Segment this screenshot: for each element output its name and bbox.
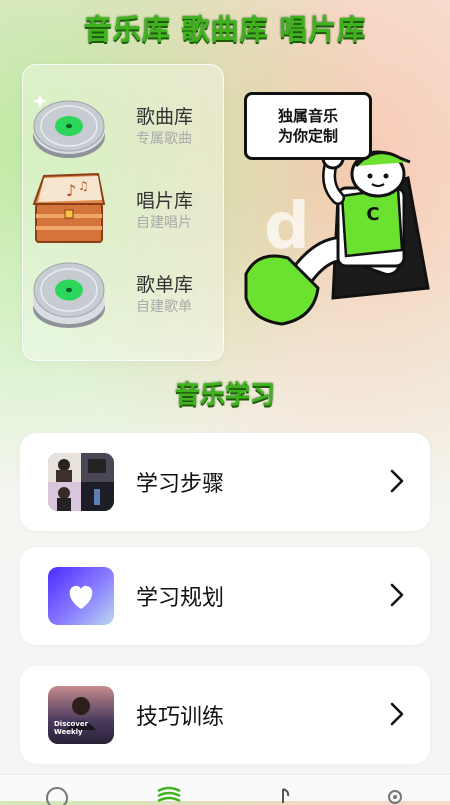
photo-collage-icon [48, 453, 114, 511]
card-label: 学习规划 [136, 586, 225, 611]
library-item-songs[interactable]: 歌曲库 专属歌曲 [30, 86, 210, 166]
chevron-right-icon [390, 469, 404, 493]
music-note-icon[interactable] [272, 785, 298, 805]
treasure-chest-icon: ♪ ♫ [32, 172, 106, 243]
page-title: 音乐库 歌曲库 唱片库 [83, 13, 367, 46]
svg-text:♪: ♪ [66, 181, 76, 200]
library-item-playlists[interactable]: 歌单库 自建歌单 [30, 254, 210, 334]
bubble-line-1: 独属音乐 [277, 107, 338, 125]
vinyl-disc-icon [33, 262, 105, 328]
playlist-cover-icon: Discover Weekly [48, 686, 114, 744]
bubble-line-2: 为你定制 [277, 127, 338, 145]
chevron-right-icon [390, 702, 404, 726]
card-learning-steps[interactable]: 学习步骤 [20, 433, 430, 531]
svg-text:♫: ♫ [78, 179, 89, 193]
bottom-navigation [0, 774, 450, 805]
mascot-letter: C [366, 204, 380, 225]
library-name: 歌单库 [136, 274, 194, 296]
library-subtitle: 专属歌曲 [136, 131, 192, 147]
card-skill-training[interactable]: Discover Weekly 技巧训练 [20, 666, 430, 764]
svg-text:d: d [264, 190, 310, 264]
card-study-plan[interactable]: 学习规划 [20, 547, 430, 645]
library-name: 唱片库 [136, 190, 194, 212]
library-subtitle: 自建歌单 [136, 299, 192, 315]
library-subtitle: 自建唱片 [136, 215, 192, 231]
vinyl-disc-icon [33, 94, 105, 158]
speech-bubble: 独属音乐 为你定制 [244, 92, 372, 160]
compass-icon[interactable] [44, 785, 70, 805]
pin-icon[interactable] [382, 785, 408, 805]
section-title: 音乐学习 [174, 380, 275, 409]
library-item-records[interactable]: ♪ ♫ 唱片库 自建唱片 [30, 170, 210, 250]
waves-icon[interactable] [156, 785, 182, 805]
cover-text: Discover Weekly [54, 720, 89, 736]
card-label: 技巧训练 [136, 705, 225, 730]
library-name: 歌曲库 [136, 106, 194, 128]
card-label: 学习步骤 [136, 472, 225, 497]
chevron-right-icon [390, 583, 404, 607]
heart-icon [48, 567, 114, 625]
promo-illustration: d i 独属音乐 为你定制 C [238, 88, 438, 333]
